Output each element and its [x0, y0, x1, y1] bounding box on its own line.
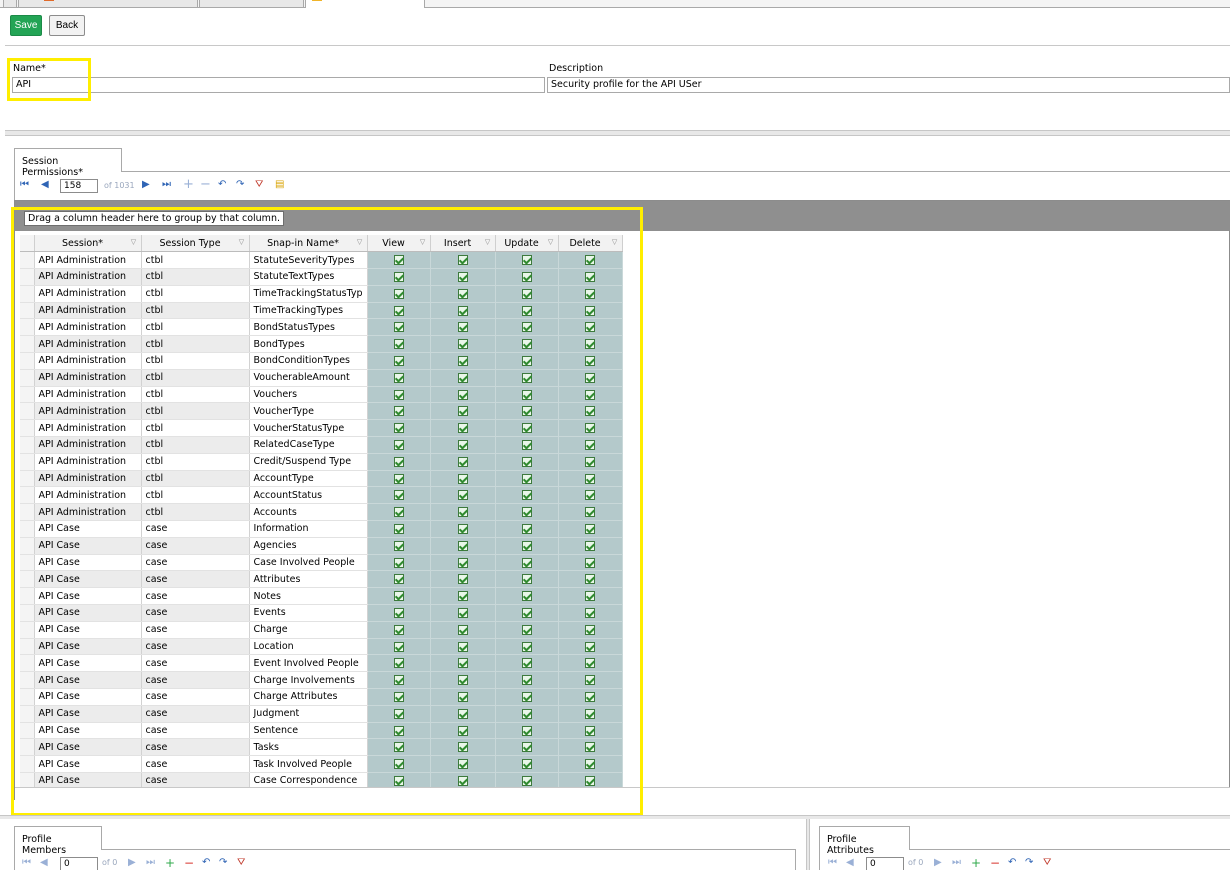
- add-icon[interactable]: +: [971, 857, 981, 869]
- last-page-icon[interactable]: ⏭: [146, 857, 155, 869]
- remove-record-icon[interactable]: −: [200, 178, 211, 191]
- page-number-input[interactable]: 158: [60, 179, 98, 193]
- prev-page-icon[interactable]: ◀: [846, 857, 854, 869]
- tab-session-permissions[interactable]: Session Permissions*: [14, 148, 122, 178]
- remove-icon[interactable]: −: [184, 857, 194, 869]
- last-page-icon[interactable]: ⏭: [952, 857, 961, 869]
- next-page-icon[interactable]: ▶: [142, 179, 150, 191]
- export-icon[interactable]: ▤: [275, 179, 284, 191]
- tab-profile-attributes[interactable]: Profile Attributes: [819, 826, 910, 856]
- top-tab-active[interactable]: [305, 0, 425, 8]
- first-page-icon[interactable]: ⏮: [22, 857, 31, 869]
- attributes-page-count: of 0: [908, 858, 924, 867]
- clear-filter-icon[interactable]: ⛛: [237, 857, 245, 869]
- undo-icon[interactable]: ↶: [202, 857, 210, 869]
- description-input[interactable]: Security profile for the API USer: [547, 77, 1230, 93]
- horizontal-splitter[interactable]: [5, 130, 1230, 136]
- attributes-page-input[interactable]: 0: [866, 857, 904, 870]
- prev-page-icon[interactable]: ◀: [41, 179, 49, 191]
- undo-all-icon[interactable]: ↷: [1025, 857, 1033, 869]
- clear-filter-icon[interactable]: ⛛: [1043, 857, 1051, 869]
- top-tab-1[interactable]: [3, 0, 17, 8]
- name-input[interactable]: API: [12, 77, 545, 93]
- orange-doc-icon: [44, 0, 54, 1]
- top-tab-2[interactable]: [18, 0, 198, 8]
- first-page-icon[interactable]: ⏮: [20, 179, 29, 191]
- session-nav-toolbar: ⏮ ◀ 158 of 1031 ▶ ⏭ + − ↶ ↷ ⛛ ▤: [20, 178, 320, 195]
- undo-all-icon[interactable]: ↷: [219, 857, 227, 869]
- shield-icon: [312, 0, 322, 1]
- undo-icon[interactable]: ↶: [1008, 857, 1016, 869]
- clear-filter-icon[interactable]: ⛛: [255, 179, 263, 191]
- vertical-splitter[interactable]: [806, 819, 810, 870]
- grid-highlight-box: [11, 207, 643, 816]
- toolbar-divider: [5, 45, 1230, 46]
- description-label: Description: [549, 63, 604, 74]
- members-page-input[interactable]: 0: [60, 857, 98, 870]
- top-tab-strip: [0, 0, 1230, 8]
- top-tab-3[interactable]: [199, 0, 304, 8]
- tab-profile-members[interactable]: Profile Members: [14, 826, 102, 856]
- next-page-icon[interactable]: ▶: [934, 857, 942, 869]
- undo-icon[interactable]: ↶: [218, 179, 226, 191]
- name-highlight-box: [7, 58, 91, 101]
- last-page-icon[interactable]: ⏭: [162, 179, 171, 191]
- undo-all-icon[interactable]: ↷: [236, 179, 244, 191]
- remove-icon[interactable]: −: [990, 857, 1000, 869]
- members-nav-toolbar: ⏮ ◀ 0 of 0 ▶ ⏭ + − ↶ ↷ ⛛: [22, 857, 282, 870]
- first-page-icon[interactable]: ⏮: [828, 857, 837, 869]
- add-record-icon[interactable]: +: [183, 178, 194, 191]
- bottom-splitter[interactable]: [0, 815, 1230, 819]
- members-page-count: of 0: [102, 858, 118, 867]
- add-icon[interactable]: +: [165, 857, 175, 869]
- prev-page-icon[interactable]: ◀: [40, 857, 48, 869]
- back-button[interactable]: Back: [49, 15, 85, 36]
- next-page-icon[interactable]: ▶: [128, 857, 136, 869]
- attributes-nav-toolbar: ⏮ ◀ 0 of 0 ▶ ⏭ + − ↶ ↷ ⛛: [828, 857, 1088, 870]
- save-button[interactable]: Save: [10, 15, 42, 36]
- page-count-text: of 1031: [104, 181, 135, 190]
